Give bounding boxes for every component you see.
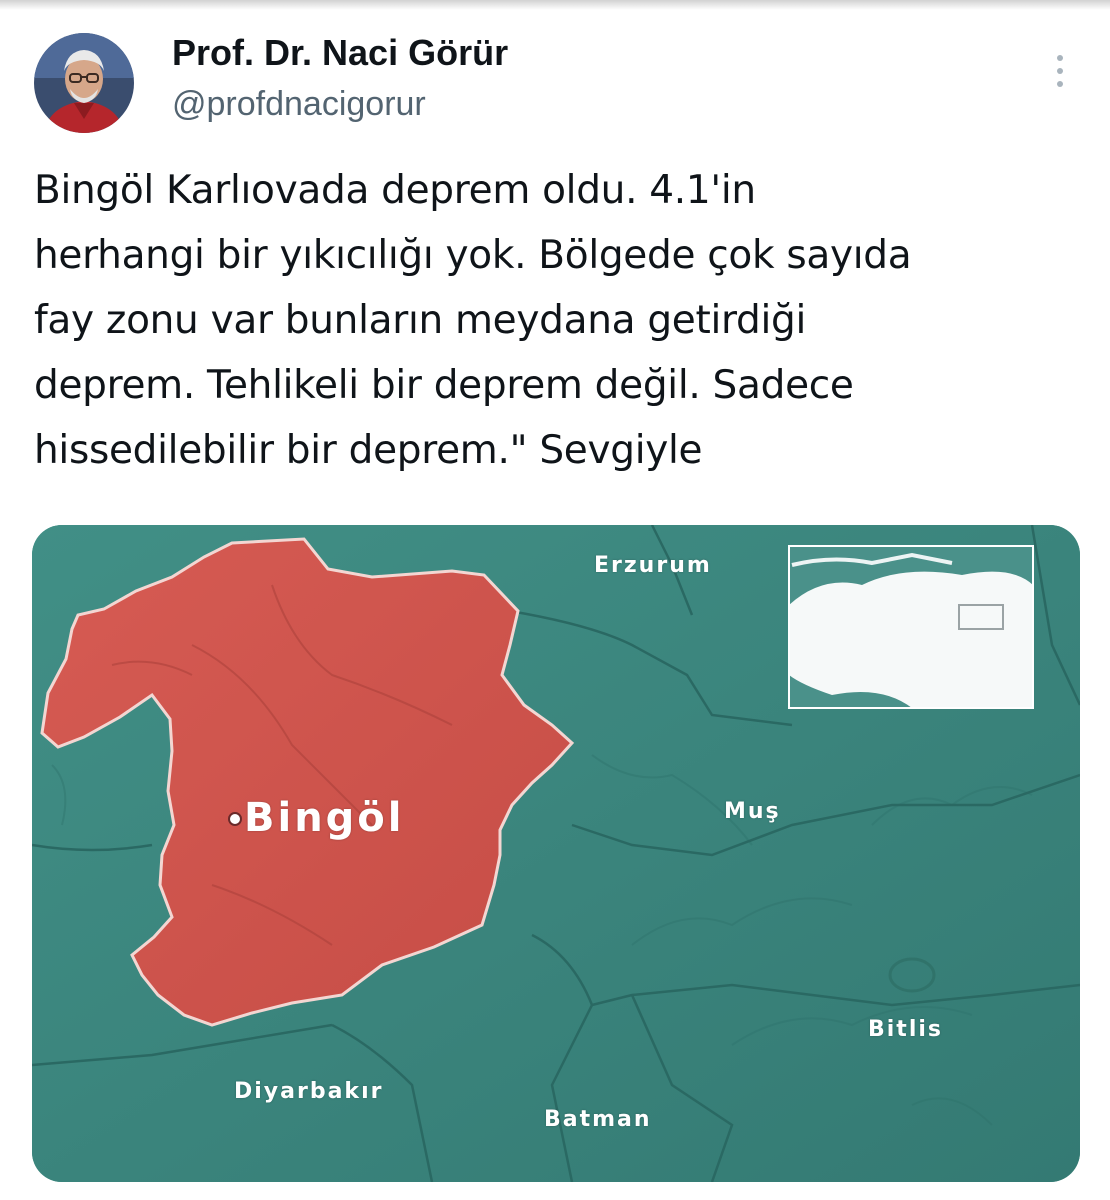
label-bitlis: Bitlis [868, 1017, 944, 1042]
author-name[interactable]: Prof. Dr. Naci Görür [172, 32, 508, 74]
avatar-portrait [34, 33, 134, 133]
label-bingol: Bingöl [244, 795, 405, 841]
author-handle[interactable]: @profdnacigorur [172, 84, 426, 124]
label-batman: Batman [544, 1107, 652, 1132]
label-erzurum: Erzurum [594, 553, 712, 578]
tweet-screen: Prof. Dr. Naci Görür @profdnacigorur Bin… [0, 0, 1110, 1200]
tweet-media-map[interactable]: Erzurum Bingöl Muş Bitlis Diyarbakır Bat… [32, 525, 1080, 1182]
avatar[interactable] [34, 33, 134, 133]
top-divider [0, 0, 1110, 10]
bingol-city-dot [228, 812, 242, 826]
label-mus: Muş [724, 799, 781, 824]
tweet-text: Bingöl Karlıovada deprem oldu. 4.1'in he… [34, 168, 912, 473]
label-diyarbakir: Diyarbakır [234, 1079, 384, 1104]
more-vertical-icon [1057, 55, 1063, 61]
more-options-button[interactable] [1040, 48, 1080, 94]
map-graphic [32, 525, 1080, 1182]
